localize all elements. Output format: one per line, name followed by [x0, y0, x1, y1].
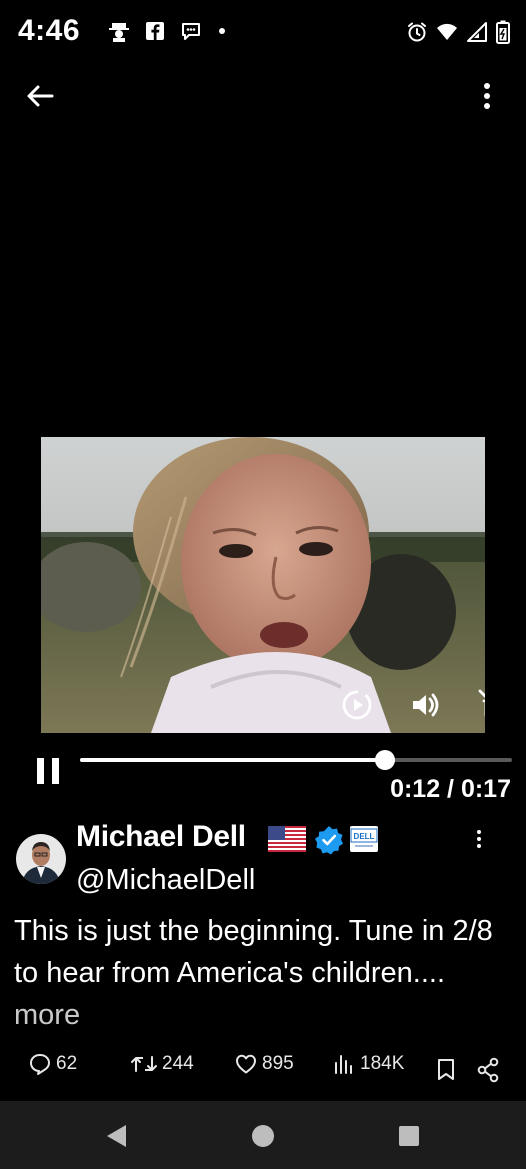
nav-back-icon[interactable]	[102, 1121, 132, 1151]
retweet-count: 244	[162, 1053, 194, 1074]
author-handle[interactable]: @MichaelDell	[76, 864, 255, 897]
view-count: 184K	[360, 1053, 405, 1074]
signal-icon	[467, 22, 487, 42]
status-bar: 4:46	[0, 0, 526, 64]
pause-button[interactable]	[32, 754, 64, 788]
notification-icons	[108, 20, 226, 42]
tweet-more-icon[interactable]	[468, 826, 490, 852]
like-button[interactable]: 895	[234, 1052, 294, 1076]
tweet-text: This is just the beginning. Tune in 2/8 …	[14, 910, 514, 1036]
replay-icon[interactable]	[339, 687, 375, 723]
hat-person-icon	[109, 23, 129, 42]
system-nav-bar	[0, 1101, 526, 1169]
more-vertical-icon[interactable]	[470, 78, 504, 114]
avatar[interactable]	[16, 834, 66, 884]
messenger-icon	[182, 23, 200, 40]
pip-icon[interactable]	[476, 687, 485, 723]
reply-icon	[30, 1054, 50, 1075]
seek-bar-progress	[80, 758, 385, 762]
status-time: 4:46	[18, 14, 81, 47]
dell-logo-icon: DELL	[350, 828, 378, 847]
nav-home-icon[interactable]	[248, 1121, 278, 1151]
facebook-icon	[146, 22, 164, 40]
dell-affiliate-badge[interactable]: DELL	[350, 826, 378, 852]
author-name[interactable]: Michael Dell	[76, 820, 246, 854]
nav-recents-icon[interactable]	[394, 1121, 424, 1151]
reply-count: 62	[56, 1053, 78, 1074]
dot-icon	[219, 28, 225, 34]
like-count: 895	[262, 1053, 294, 1074]
seek-bar[interactable]	[80, 750, 512, 770]
seek-bar-handle[interactable]	[374, 750, 395, 770]
verified-badge-icon	[315, 826, 343, 855]
views-icon	[335, 1055, 352, 1074]
reply-button[interactable]: 62	[28, 1052, 77, 1076]
playback-time: 0:12 / 0:17	[390, 775, 511, 803]
wifi-icon	[437, 23, 457, 40]
svg-text:DELL: DELL	[354, 832, 375, 841]
us-flag-icon	[268, 826, 306, 852]
system-icons	[406, 20, 510, 44]
share-icon[interactable]	[476, 1057, 500, 1083]
back-arrow-icon[interactable]	[22, 78, 58, 114]
tweet-body: This is just the beginning. Tune in 2/8 …	[14, 915, 493, 989]
tweet-actions: 62 244 895 184K	[0, 1052, 526, 1088]
heart-icon	[236, 1054, 256, 1074]
views-button[interactable]: 184K	[332, 1052, 404, 1076]
show-more-link[interactable]: more	[14, 999, 80, 1031]
retweet-button[interactable]: 244	[130, 1052, 194, 1076]
video-player[interactable]	[41, 437, 485, 733]
battery-icon	[496, 20, 510, 44]
alarm-icon	[408, 22, 426, 42]
volume-icon[interactable]	[407, 687, 443, 723]
bookmark-icon[interactable]	[436, 1058, 456, 1082]
retweet-icon	[131, 1056, 157, 1072]
